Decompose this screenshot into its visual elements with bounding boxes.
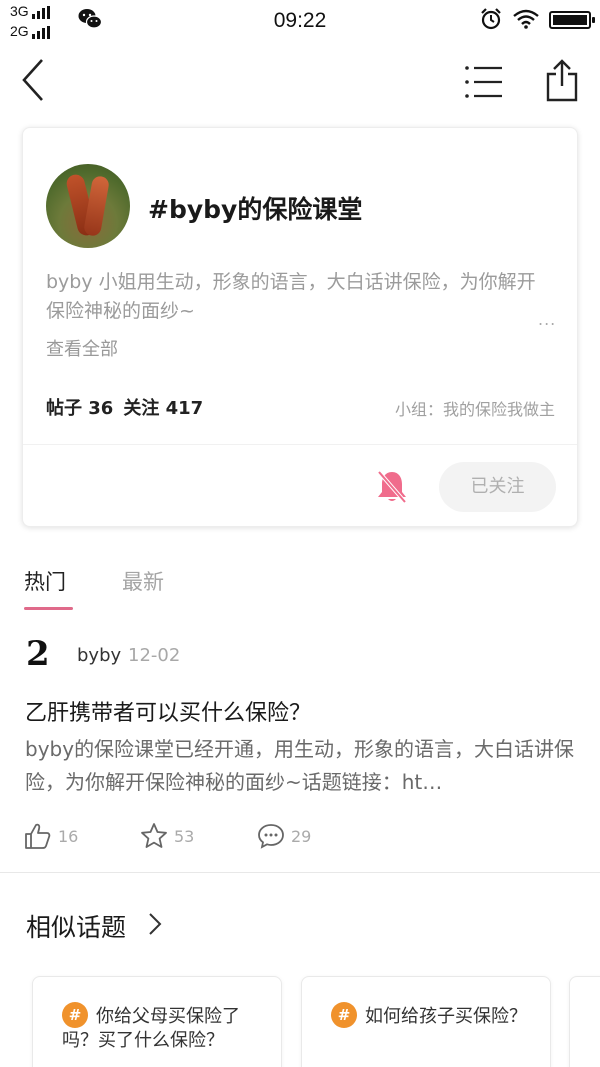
wifi-icon (513, 9, 539, 29)
section-divider (0, 872, 600, 873)
post-date: 12-02 (128, 645, 181, 666)
author-name[interactable]: byby (77, 645, 121, 666)
comment-icon (258, 824, 284, 849)
chevron-right-icon[interactable] (146, 911, 164, 937)
status-bar: 3G 2G 09:22 (0, 0, 600, 44)
group-link[interactable]: 小组：我的保险我做主 (395, 396, 555, 420)
tab-latest[interactable]: 最新 (122, 566, 164, 596)
followed-button[interactable]: 已关注 (439, 462, 556, 512)
topic-card: #byby的保险课堂 byby 小姐用生动，形象的语言，大白话讲保险，为你解开保… (22, 127, 578, 527)
similar-topic-label: 你给父母买保险了吗？买了什么保险？ (62, 1006, 240, 1051)
post-body[interactable]: byby的保险课堂已经开通，用生动，形象的语言，大白话讲保险，为你解开保险神秘的… (25, 733, 577, 799)
back-arrow-icon[interactable] (18, 58, 48, 102)
topic-title: #byby的保险课堂 (148, 195, 363, 224)
alarm-icon (481, 8, 501, 30)
post-title[interactable]: 乙肝携带者可以买什么保险？ (25, 695, 311, 727)
topic-description: byby 小姐用生动，形象的语言，大白话讲保险，为你解开保险神秘的面纱~ (46, 271, 536, 322)
similar-topics-title[interactable]: 相似话题 (26, 908, 126, 944)
similar-topic-card[interactable]: # 如何给孩子买保险？ (301, 976, 551, 1067)
topic-avatar (46, 164, 130, 248)
tab-hot[interactable]: 热门 (24, 566, 66, 596)
battery-icon (549, 11, 595, 29)
tab-underline (24, 607, 73, 610)
bell-mute-icon[interactable] (375, 468, 409, 504)
share-icon[interactable] (544, 58, 580, 102)
follows-count: 关注 417 (123, 398, 204, 419)
like-count: 16 (58, 827, 79, 846)
similar-topic-label: 如何给孩子买保险？ (365, 1006, 527, 1027)
more-dots: ... (538, 310, 557, 329)
comment-count: 29 (291, 827, 312, 846)
favorite-count: 53 (174, 827, 195, 846)
similar-topic-card-partial[interactable] (569, 976, 600, 1067)
clock: 09:22 (273, 9, 327, 32)
divider (23, 444, 577, 445)
posts-count: 帖子 36 (46, 398, 114, 419)
list-menu-icon[interactable] (464, 64, 504, 100)
author-avatar[interactable]: 2 (26, 636, 58, 672)
see-all-link[interactable]: 查看全部 (46, 335, 118, 361)
similar-topic-card[interactable]: # 你给父母买保险了吗？买了什么保险？ (32, 976, 282, 1067)
star-icon (141, 823, 167, 848)
topic-stats: 帖子 36 关注 417 (46, 394, 213, 420)
thumbs-up-icon (25, 823, 51, 849)
